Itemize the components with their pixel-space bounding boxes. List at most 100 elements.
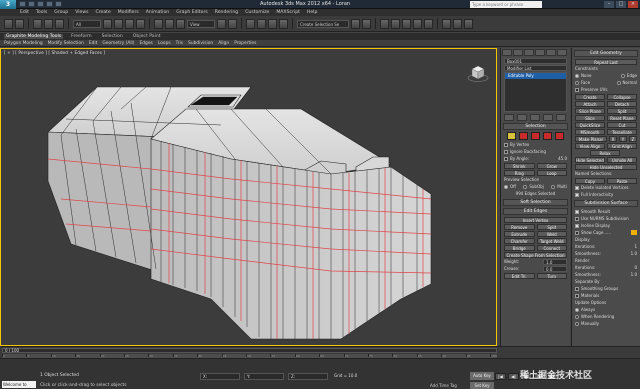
chamfer-button[interactable]: Chamfer xyxy=(504,238,535,244)
soft-selection-rollout[interactable]: Soft Selection xyxy=(503,199,568,206)
pivot-center-button[interactable] xyxy=(217,18,226,29)
spinner-snap-button[interactable] xyxy=(279,18,288,29)
selection-rollout[interactable]: Selection xyxy=(503,123,568,130)
always-radio[interactable]: Always xyxy=(575,307,595,313)
set-key-button[interactable]: Set Key xyxy=(470,382,494,389)
render-setup-button[interactable] xyxy=(442,18,451,29)
hierarchy-tab-icon[interactable] xyxy=(524,49,534,56)
ribbon-tab-graphite-modeling-tools[interactable]: Graphite Modeling Tools xyxy=(4,34,64,39)
save-icon[interactable] xyxy=(37,1,44,7)
show-end-result-icon[interactable] xyxy=(517,114,527,121)
target-weld-button[interactable]: Target Weld xyxy=(536,238,567,244)
slice-plane-button[interactable]: Slice Plane xyxy=(575,108,605,114)
ribbon-panel-polygon-modeling[interactable]: Polygon Modeling xyxy=(4,41,43,46)
smoothing-groups-checkbox[interactable]: Smoothing Groups xyxy=(575,286,618,292)
materials-checkbox[interactable]: Materials xyxy=(575,293,599,299)
go-to-start-icon[interactable]: |◀ xyxy=(495,373,506,380)
shrink-button[interactable]: Shrink xyxy=(504,163,535,169)
ribbon-panel-tris[interactable]: Tris xyxy=(176,41,183,46)
ribbon-tab-selection[interactable]: Selection xyxy=(100,34,125,39)
by-vertex-checkbox[interactable]: By Vertex xyxy=(504,142,529,148)
constraint-none-radio[interactable]: None xyxy=(575,73,591,79)
ribbon-tab-freeform[interactable]: Freeform xyxy=(69,34,93,39)
smooth-result-checkbox[interactable]: Smooth Result xyxy=(575,209,610,215)
angle-snap-button[interactable] xyxy=(257,18,266,29)
unhide-all-button[interactable]: Unhide All xyxy=(607,157,637,163)
reset-plane-button[interactable]: Reset Plane xyxy=(607,115,637,121)
open-icon[interactable] xyxy=(28,1,35,7)
redo-icon[interactable] xyxy=(55,1,62,7)
ribbon-panel-properties[interactable]: Properties xyxy=(234,41,256,46)
render-iterations-spinner[interactable]: 0 xyxy=(634,265,637,271)
rotate-button[interactable] xyxy=(165,18,174,29)
reference-coord-dropdown[interactable]: View xyxy=(187,19,215,28)
unlink-button[interactable] xyxy=(44,18,53,29)
weld-button[interactable]: Weld xyxy=(536,231,567,237)
display-tab-icon[interactable] xyxy=(546,49,556,56)
rendered-frame-button[interactable] xyxy=(453,18,462,29)
turn-button[interactable]: Turn xyxy=(536,273,567,279)
minimize-button[interactable]: – xyxy=(604,1,614,8)
relax-button[interactable]: Relax xyxy=(590,150,620,156)
prev-frame-icon[interactable]: ◀| xyxy=(508,373,519,380)
percent-snap-button[interactable] xyxy=(268,18,277,29)
maximize-button[interactable]: □ xyxy=(616,1,626,8)
collapse-button[interactable]: Collapse xyxy=(607,94,637,100)
constraint-face-radio[interactable]: Face xyxy=(575,80,590,86)
modifier-list-dropdown[interactable]: Modifier List xyxy=(504,65,567,71)
ribbon-panel-modify-selection[interactable]: Modify Selection xyxy=(48,41,84,46)
grow-button[interactable]: Grow xyxy=(536,163,567,169)
select-by-name-button[interactable] xyxy=(114,18,123,29)
remove-modifier-icon[interactable] xyxy=(543,114,553,121)
ribbon-panel-loops[interactable]: Loops xyxy=(158,41,171,46)
bridge-button[interactable]: Bridge xyxy=(504,245,535,251)
select-object-button[interactable] xyxy=(103,18,112,29)
crease-spinner[interactable]: 0.0 xyxy=(543,266,567,272)
ignore-backfacing-checkbox[interactable]: Ignore Backfacing xyxy=(504,149,546,155)
tessellate-button[interactable]: Tessellate xyxy=(607,129,637,135)
smoothness-spinner[interactable]: 1.0 xyxy=(631,251,637,257)
y-coord-field[interactable]: Y: xyxy=(244,373,284,380)
manipulate-button[interactable] xyxy=(228,18,237,29)
connect-button[interactable]: Connect xyxy=(536,245,567,251)
material-editor-button[interactable] xyxy=(424,18,433,29)
redo-button[interactable] xyxy=(15,18,24,29)
copy-button[interactable]: Copy xyxy=(575,178,605,184)
mesh-model[interactable] xyxy=(1,49,496,345)
subdivision-surface-rollout[interactable]: Subdivision Surface xyxy=(574,200,638,207)
viewcube-icon[interactable] xyxy=(467,61,489,83)
weight-spinner[interactable]: 1.0 xyxy=(543,259,567,265)
by-angle-value[interactable]: 45.0 xyxy=(558,156,567,162)
hide-unselected-button[interactable]: Hide Unselected xyxy=(575,164,637,170)
link-button[interactable] xyxy=(33,18,42,29)
split-button[interactable]: Split xyxy=(536,224,567,230)
preview-off-radio[interactable]: Off xyxy=(504,184,516,190)
edit-tri-button[interactable]: Edit Tri. xyxy=(504,273,535,279)
split-checkbox[interactable]: Split xyxy=(607,108,637,114)
schematic-view-button[interactable] xyxy=(413,18,422,29)
menu-tools[interactable]: Tools xyxy=(36,10,47,15)
cage-color-swatch[interactable] xyxy=(631,230,637,235)
edit-geometry-rollout[interactable]: Edit Geometry xyxy=(574,50,638,57)
manually-radio[interactable]: Manually xyxy=(575,321,599,327)
auto-key-button[interactable]: Auto Key xyxy=(470,372,494,380)
pin-stack-icon[interactable] xyxy=(504,114,514,121)
preserve-uvs-checkbox[interactable]: Preserve UVs xyxy=(575,87,607,93)
graphite-toggle-button[interactable] xyxy=(391,18,400,29)
ring-button[interactable]: Ring xyxy=(504,170,535,176)
loop-button[interactable]: Loop xyxy=(536,170,567,176)
cut-button[interactable]: Cut xyxy=(607,122,637,128)
ribbon-panel-edges[interactable]: Edges xyxy=(140,41,153,46)
layer-manager-button[interactable] xyxy=(380,18,389,29)
undo-icon[interactable] xyxy=(46,1,53,7)
iterations-spinner[interactable]: 1 xyxy=(634,244,637,250)
preview-multi-radio[interactable]: Multi xyxy=(551,184,567,190)
border-mode-icon[interactable] xyxy=(531,132,540,140)
z-coord-field[interactable]: Z: xyxy=(288,373,328,380)
time-slider[interactable]: 0 / 100 xyxy=(2,348,497,353)
named-selection-input[interactable]: Create Selection Se xyxy=(297,19,349,28)
paste-button[interactable]: Paste xyxy=(607,178,637,184)
preview-subobj-radio[interactable]: SubObj xyxy=(523,184,544,190)
ribbon-tab-object-paint[interactable]: Object Paint xyxy=(131,34,163,39)
menu-animation[interactable]: Animation xyxy=(146,10,169,15)
